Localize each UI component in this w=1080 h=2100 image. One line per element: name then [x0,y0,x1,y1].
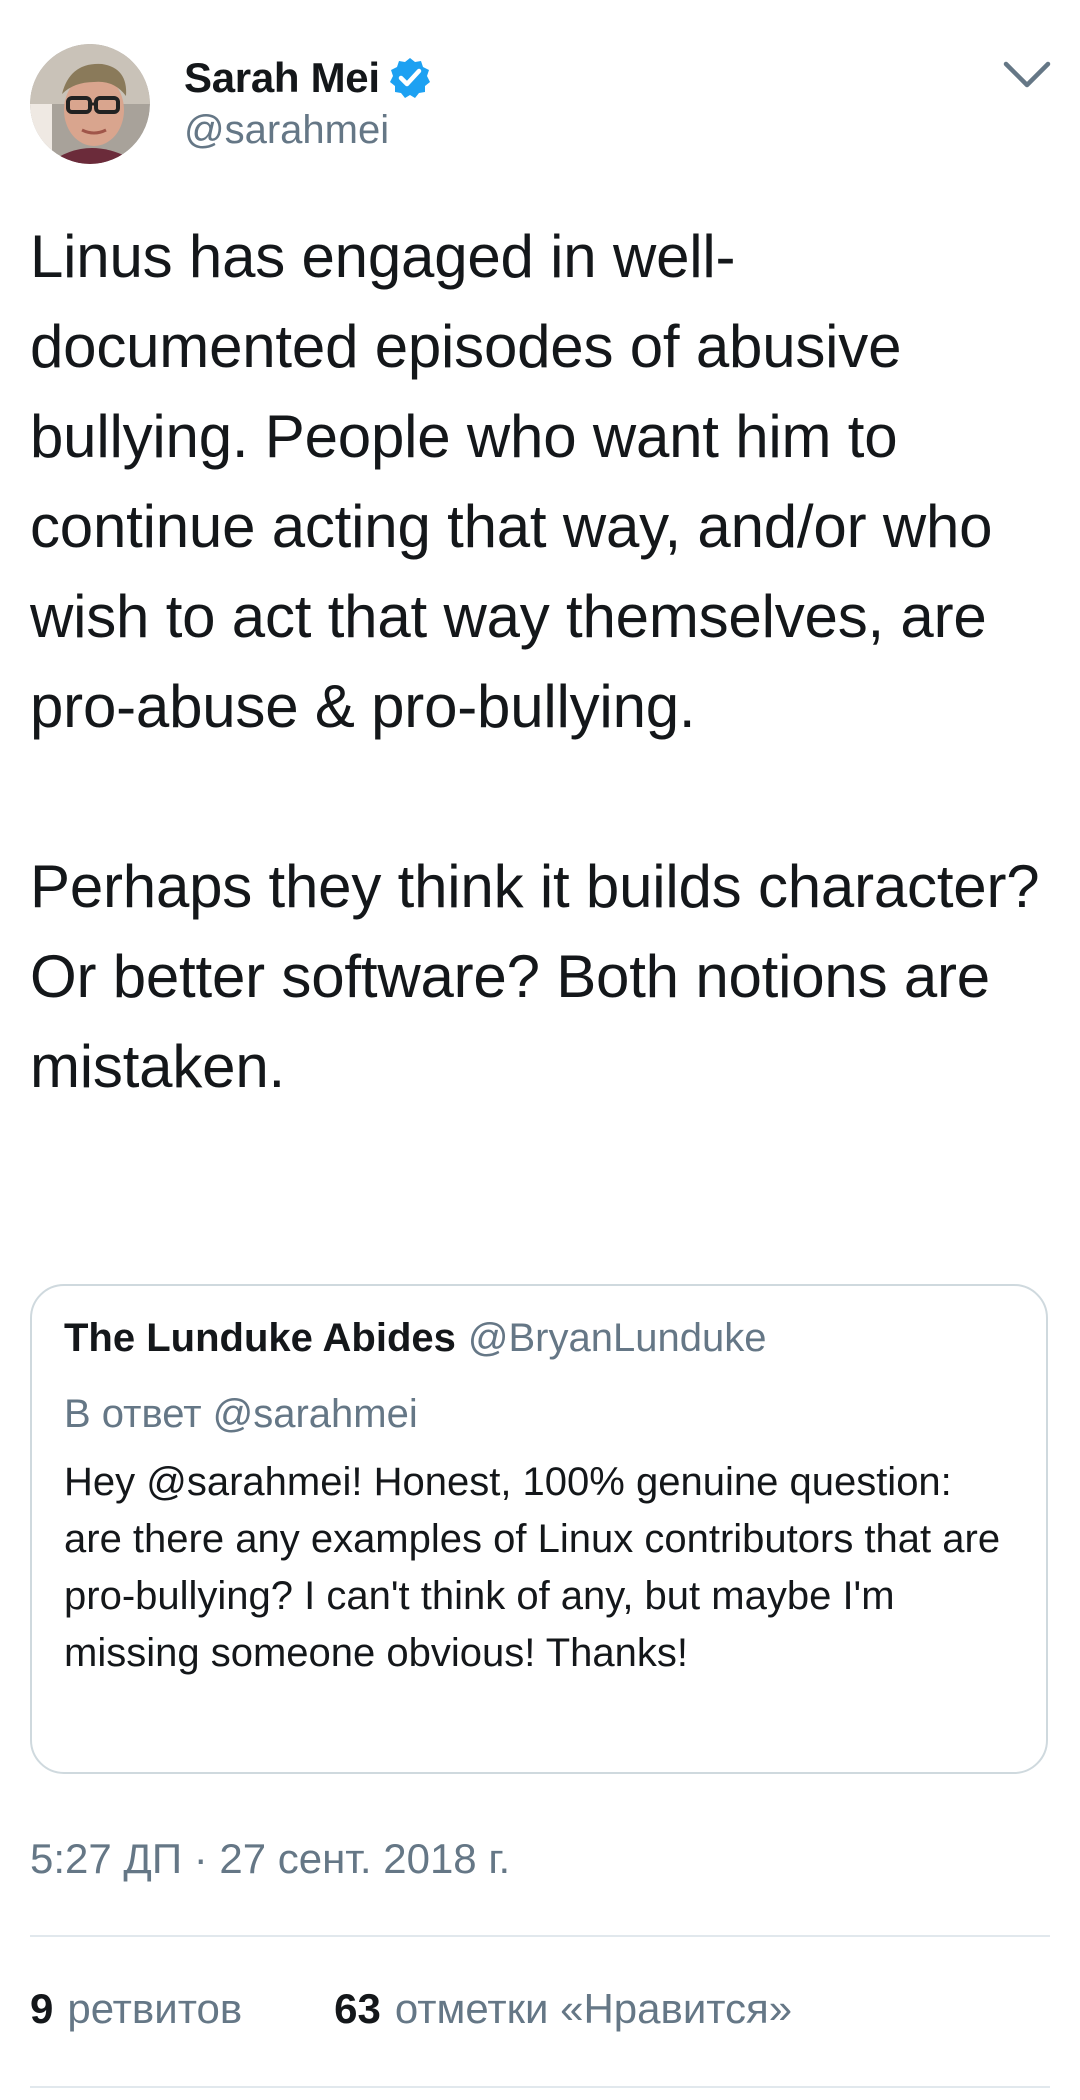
verified-badge-icon [388,56,432,100]
likes-label: отметки «Нравится» [394,1985,793,2032]
tweet-paragraph: Linus has engaged in well-documented epi… [30,223,993,740]
author-name[interactable]: Sarah Mei [184,54,380,102]
quoted-tweet-text: Hey @sarahmei! Honest, 100% genuine ques… [64,1460,1001,1675]
likes-stat[interactable]: 63 отметки «Нравится» [334,1985,792,2033]
retweets-count: 9 [30,1985,54,2032]
likes-count: 63 [334,1985,381,2032]
tweet-timestamp[interactable]: 5:27 ДП · 27 сент. 2018 г. [30,1835,510,1883]
divider [30,2086,1050,2088]
quoted-reply-to: В ответ @sarahmei [64,1392,418,1436]
quoted-author-name: The Lunduke Abides [64,1316,456,1360]
quoted-tweet-header: The Lunduke Abides @BryanLunduke [64,1316,766,1361]
avatar[interactable] [30,44,150,164]
quoted-tweet-card[interactable]: The Lunduke Abides @BryanLunduke В ответ … [30,1284,1048,1774]
chevron-down-icon[interactable] [1000,54,1054,98]
tweet-text: Linus has engaged in well-documented epi… [30,212,1050,1112]
quoted-author-handle: @BryanLunduke [467,1316,767,1360]
retweets-label: ретвитов [67,1985,243,2032]
author-name-row: Sarah Mei [184,50,432,106]
retweets-stat[interactable]: 9 ретвитов [30,1985,242,2033]
author-handle[interactable]: @sarahmei [184,108,389,153]
divider [30,1935,1050,1937]
tweet-paragraph: Perhaps they think it builds character? … [30,853,1040,1100]
avatar-image [30,44,150,164]
tweet-stats: 9 ретвитов 63 отметки «Нравится» [30,1985,792,2033]
